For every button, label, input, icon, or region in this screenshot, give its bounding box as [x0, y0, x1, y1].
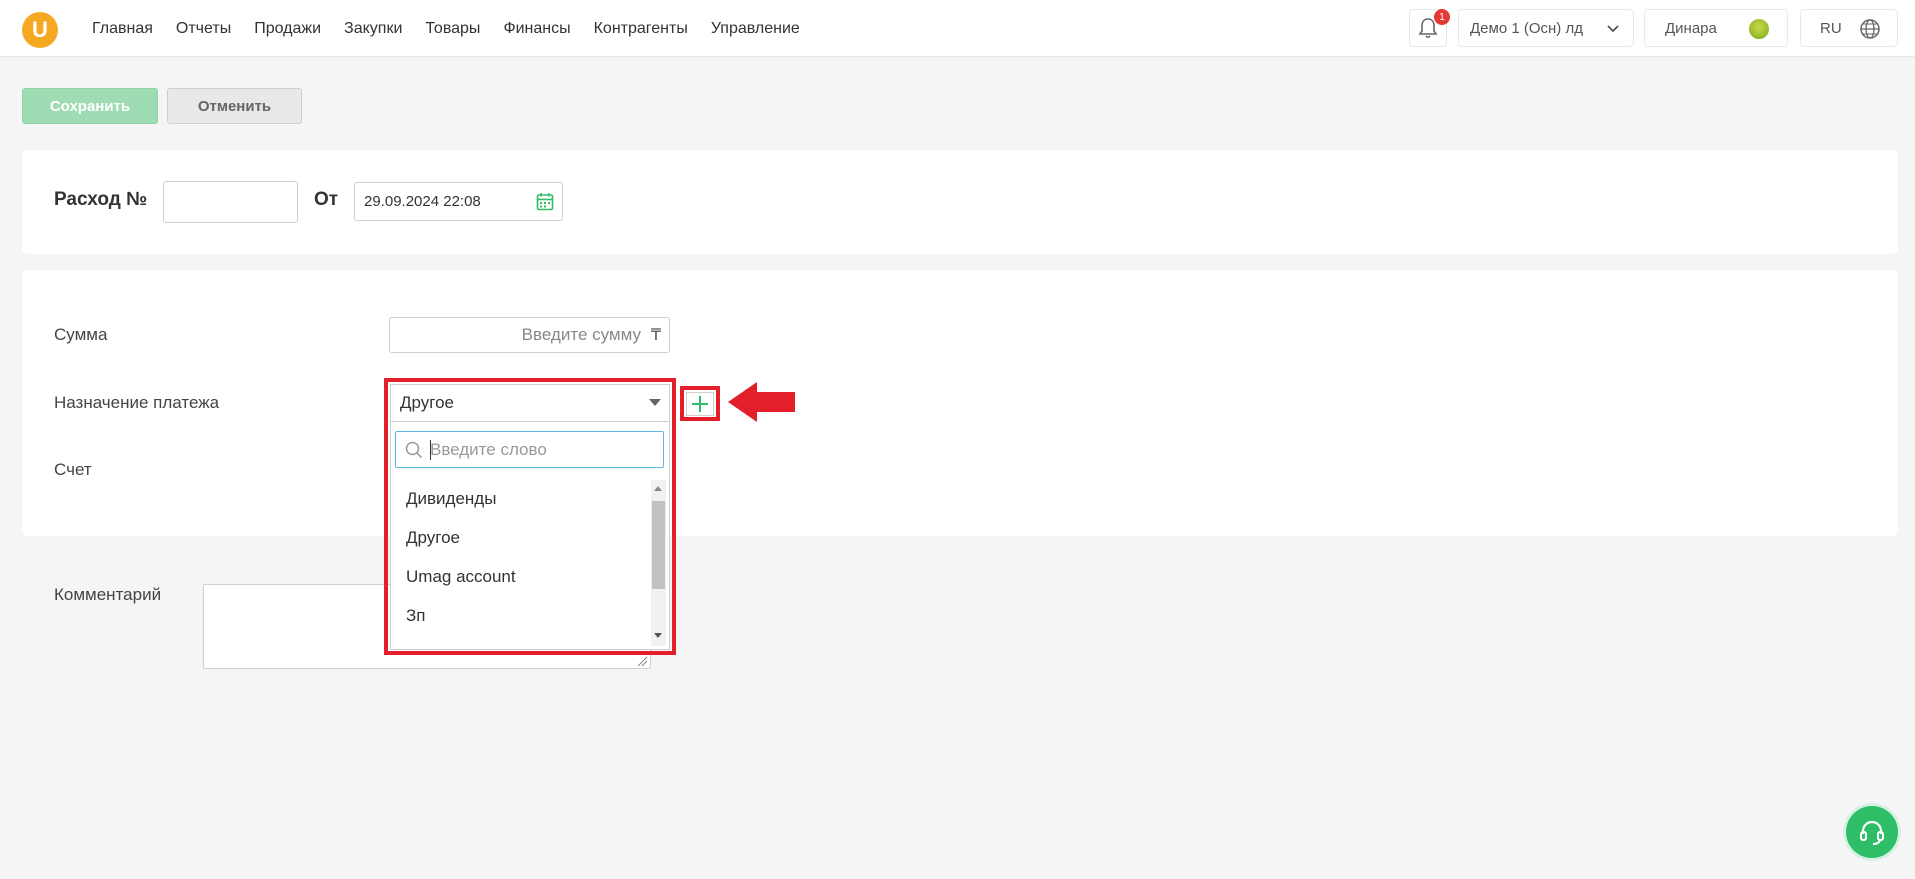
sum-placeholder: Введите сумму: [521, 325, 641, 344]
comment-label: Комментарий: [54, 585, 162, 604]
notification-badge: 1: [1434, 9, 1450, 25]
nav-item-sales[interactable]: Продажи: [254, 20, 321, 38]
user-menu[interactable]: Динара: [1644, 9, 1788, 47]
date-from-label: От: [314, 189, 339, 210]
user-name: Динара: [1665, 19, 1717, 37]
expense-number-input[interactable]: [163, 181, 298, 223]
add-button-highlight-frame: [680, 386, 720, 421]
language-selector[interactable]: RU: [1800, 9, 1898, 47]
calendar-icon[interactable]: [536, 192, 554, 211]
language-code: RU: [1820, 19, 1842, 37]
nav-item-home[interactable]: Главная: [92, 20, 153, 38]
nav-item-counterparties[interactable]: Контрагенты: [594, 20, 688, 38]
avatar: [1749, 19, 1769, 39]
sum-label: Сумма: [54, 325, 108, 344]
globe-icon: [1860, 19, 1880, 39]
tenge-icon: ₸: [650, 327, 661, 344]
dropdown-highlight-frame: [384, 378, 676, 655]
main-nav: Главная Отчеты Продажи Закупки Товары Фи…: [92, 0, 800, 57]
resize-handle-icon[interactable]: [636, 655, 648, 667]
payment-purpose-label: Назначение платежа: [54, 393, 220, 412]
arrow-left-icon: [728, 382, 795, 422]
headset-icon: [1860, 820, 1884, 845]
nav-item-reports[interactable]: Отчеты: [176, 20, 231, 38]
payment-form-card: [22, 270, 1898, 536]
document-header-card: [22, 150, 1898, 254]
nav-item-finance[interactable]: Финансы: [503, 20, 570, 38]
store-selector[interactable]: Демо 1 (Осн) лд: [1458, 9, 1634, 47]
account-label: Счет: [54, 460, 92, 479]
save-button[interactable]: Сохранить: [22, 88, 158, 124]
chevron-down-icon: [1607, 25, 1619, 33]
expense-number-label: Расход №: [54, 189, 148, 210]
date-input[interactable]: 29.09.2024 22:08: [354, 182, 563, 221]
app-logo[interactable]: U: [22, 12, 58, 48]
nav-item-purchases[interactable]: Закупки: [344, 20, 402, 38]
support-chat-button[interactable]: [1843, 803, 1901, 861]
nav-item-products[interactable]: Товары: [425, 20, 480, 38]
store-name: Демо 1 (Осн) лд: [1470, 19, 1583, 37]
nav-item-management[interactable]: Управление: [711, 20, 800, 38]
date-value: 29.09.2024 22:08: [364, 193, 481, 210]
cancel-button[interactable]: Отменить: [167, 88, 302, 124]
top-navbar: U Главная Отчеты Продажи Закупки Товары …: [0, 0, 1915, 57]
notifications-button[interactable]: 1: [1409, 9, 1450, 47]
sum-input[interactable]: Введите сумму ₸: [389, 317, 670, 353]
